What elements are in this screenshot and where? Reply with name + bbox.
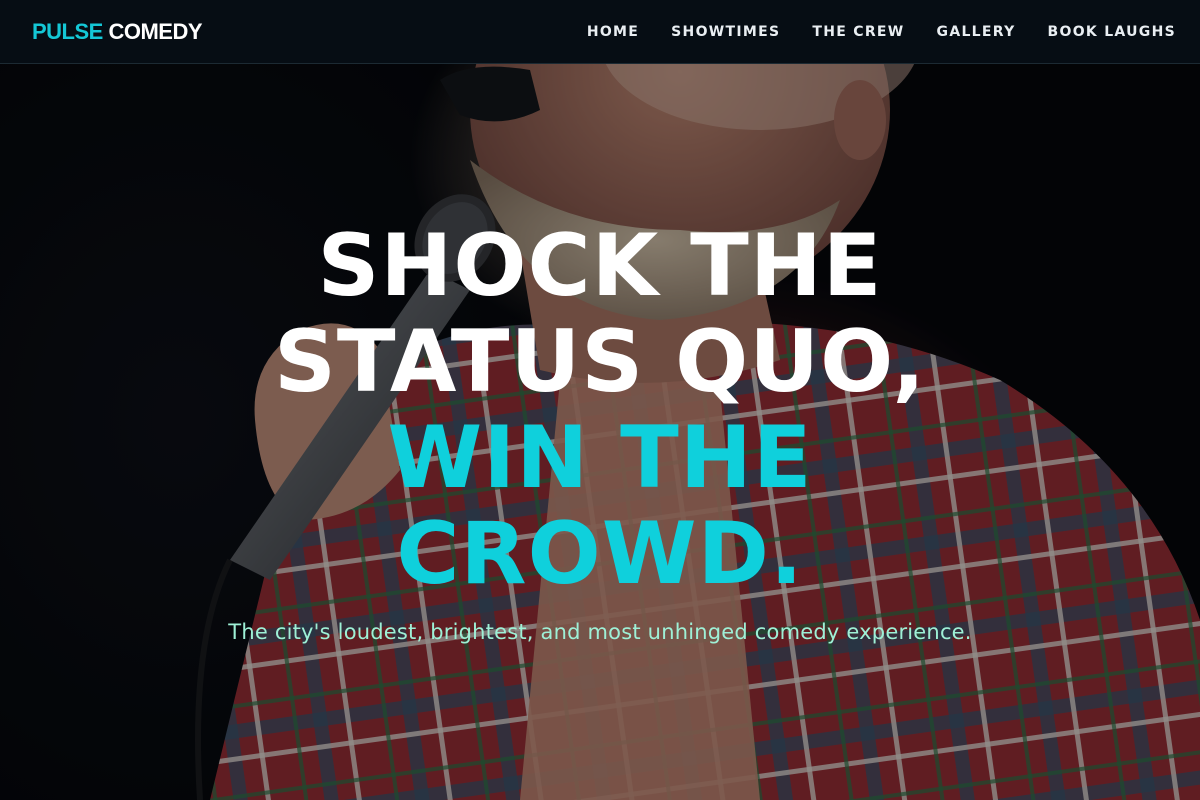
hero-headline: SHOCK THE STATUS QUO, WIN THE CROWD. [0,218,1200,602]
nav-link-home[interactable]: HOME [587,24,639,40]
headline-line-4: CROWD. [396,504,804,604]
top-navbar: PULSE COMEDY HOME SHOWTIMES THE CREW GAL… [0,0,1200,64]
hero-tagline: The city's loudest, brightest, and most … [228,620,972,644]
nav-link-book-laughs[interactable]: BOOK LAUGHS [1048,24,1176,40]
headline-line-1: SHOCK THE [317,216,883,316]
nav-link-the-crew[interactable]: THE CREW [812,24,904,40]
headline-line-3: WIN THE [387,408,813,508]
brand-logo-comedy: COMEDY [108,18,203,44]
brand-logo[interactable]: PULSE COMEDY [32,18,203,45]
main-nav: HOME SHOWTIMES THE CREW GALLERY BOOK LAU… [587,24,1176,40]
nav-link-showtimes[interactable]: SHOWTIMES [671,24,780,40]
brand-logo-pulse: PULSE [32,18,103,44]
headline-line-2: STATUS QUO, [273,312,926,412]
nav-link-gallery[interactable]: GALLERY [937,24,1016,40]
